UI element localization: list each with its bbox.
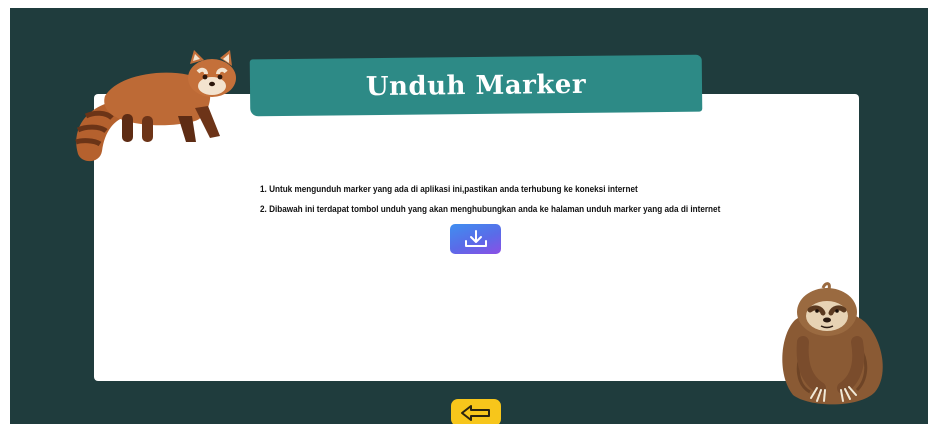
sloth-illustration [782, 282, 883, 405]
red-panda-illustration [75, 50, 236, 162]
arrow-left-icon [461, 404, 490, 421]
download-button[interactable] [450, 224, 501, 254]
title-banner: Unduh Marker [249, 54, 703, 117]
page-title: Unduh Marker [365, 69, 587, 102]
app-screen: Unduh Marker 1. Untuk mengunduh marker y… [10, 8, 928, 424]
back-button[interactable] [451, 399, 501, 424]
instruction-item: 2. Dibawah ini terdapat tombol unduh yan… [260, 204, 721, 215]
instruction-item: 1. Untuk mengunduh marker yang ada di ap… [260, 184, 638, 195]
download-icon [464, 230, 487, 247]
instructions-list: 1. Untuk mengunduh marker yang ada di ap… [260, 184, 721, 224]
